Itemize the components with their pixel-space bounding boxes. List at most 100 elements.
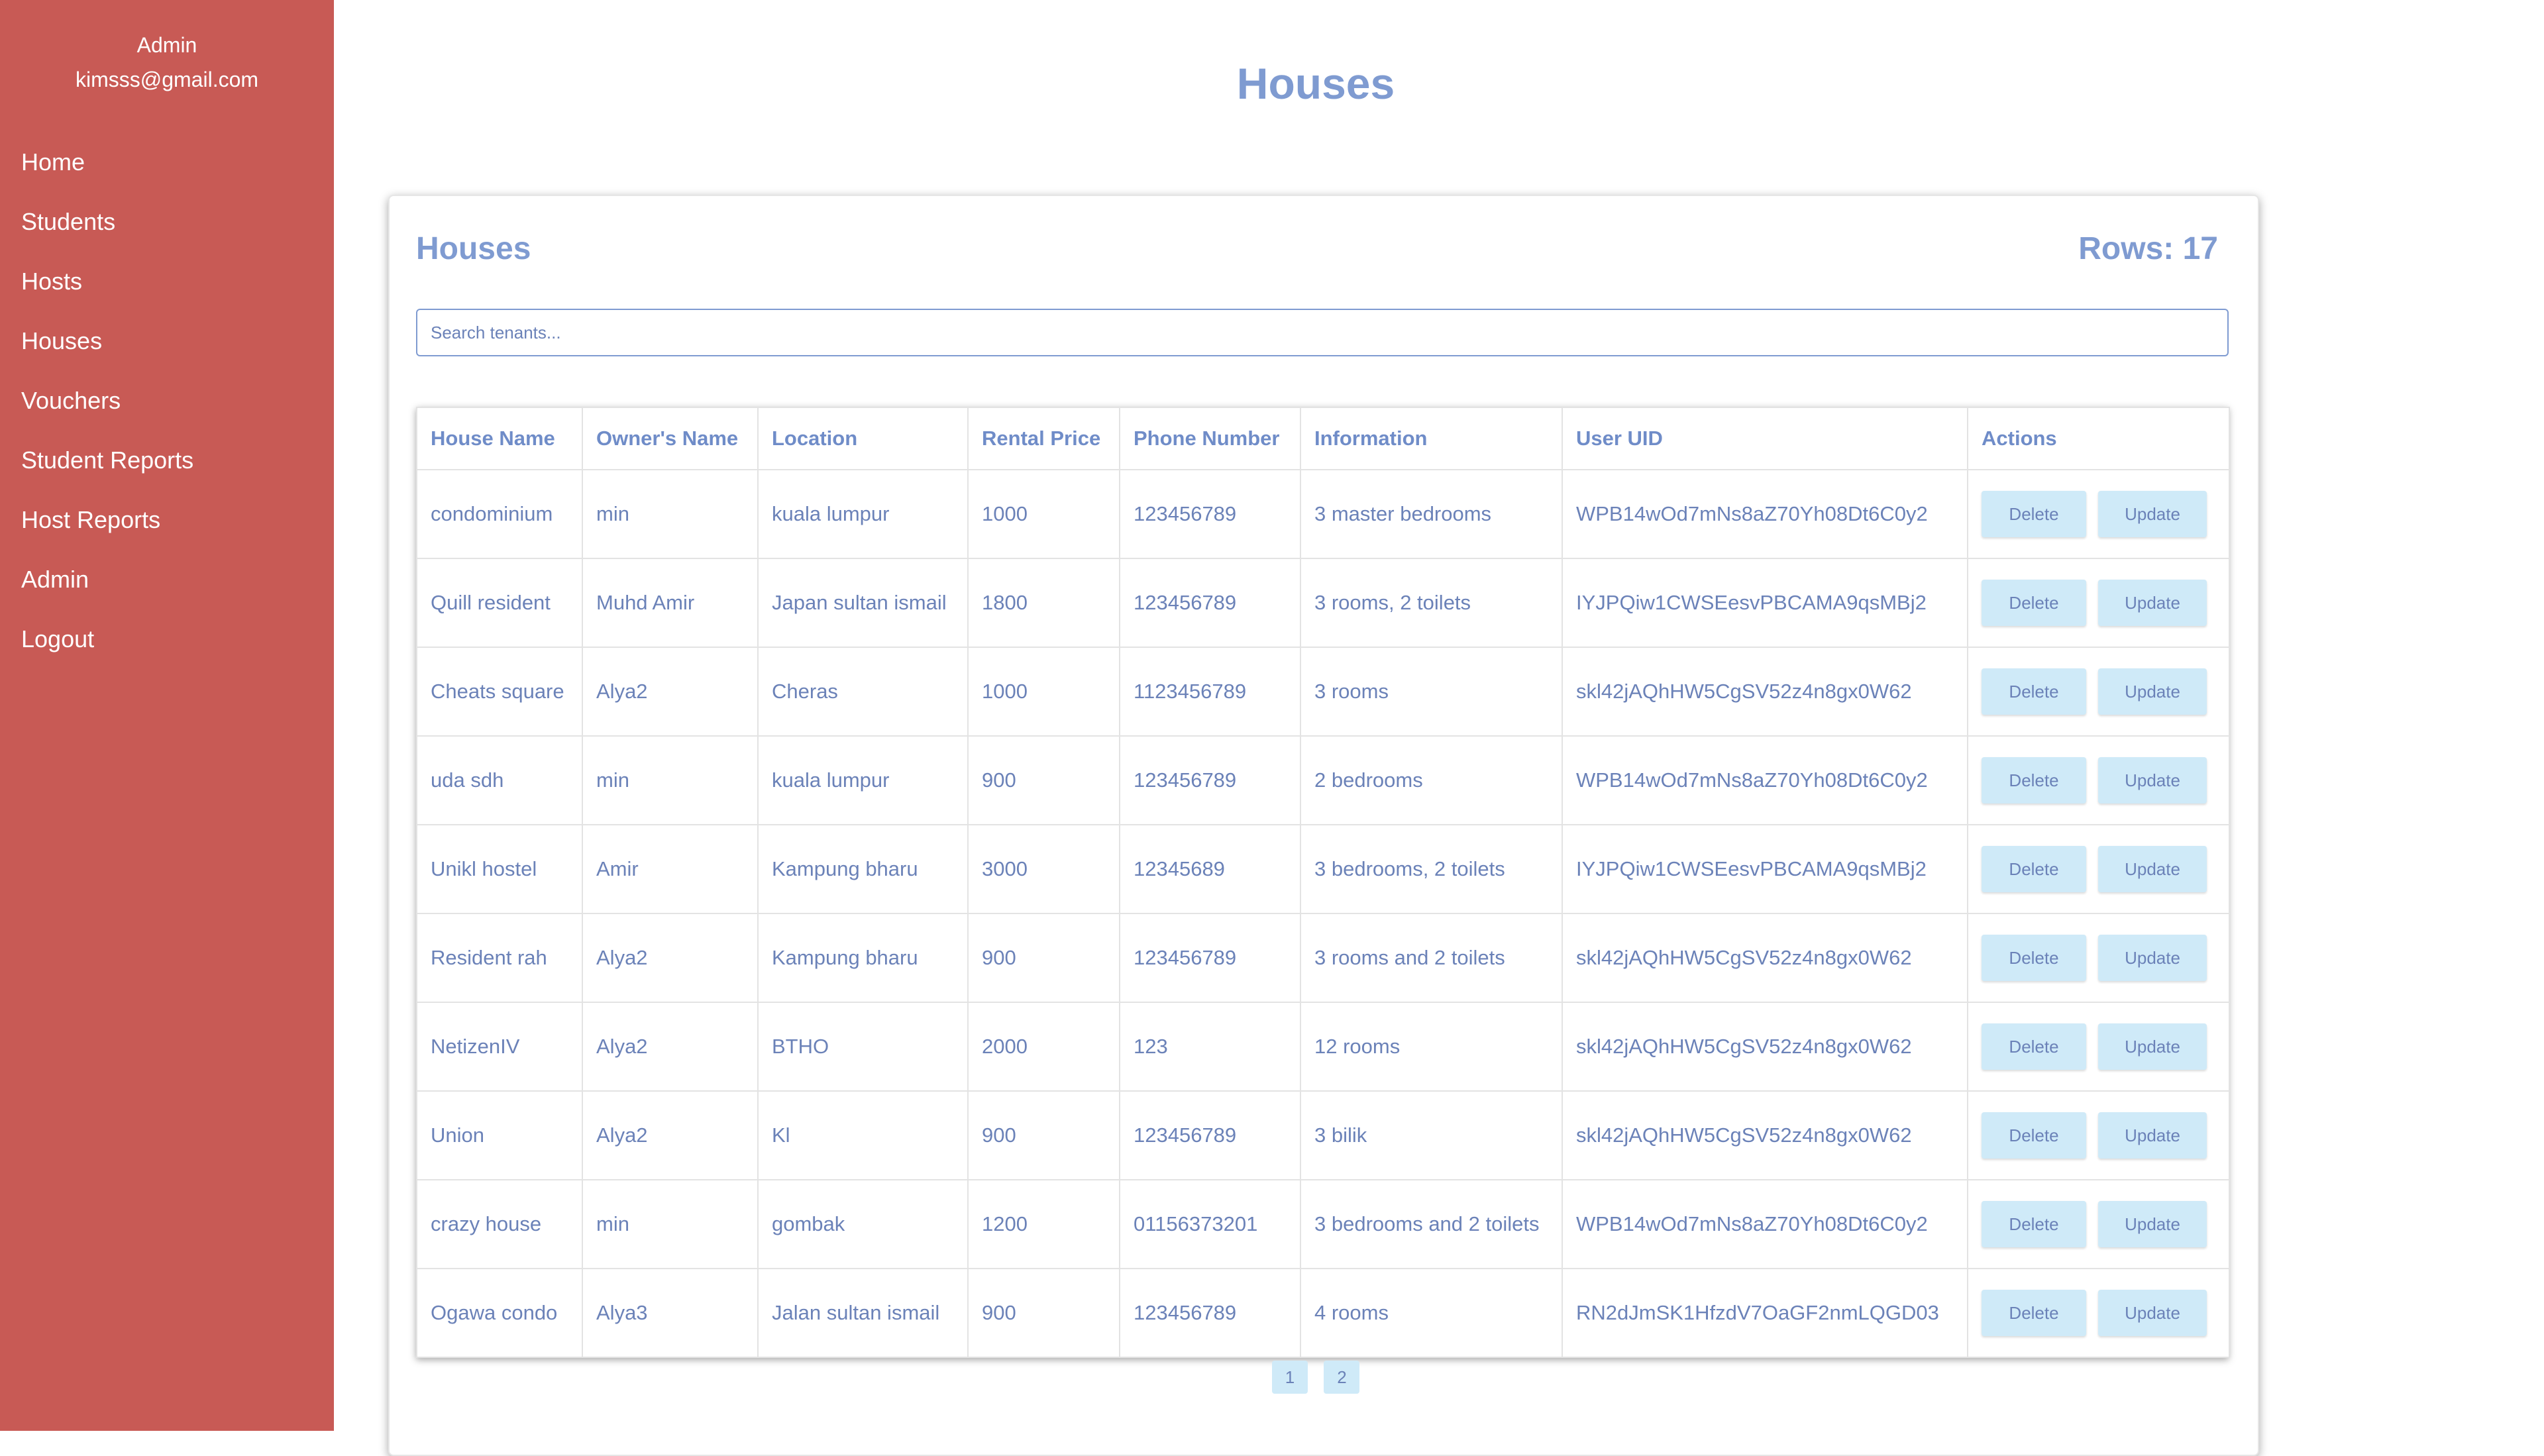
sidebar: Admin kimsss@gmail.com Home Students Hos… xyxy=(0,0,334,1431)
column-header-location[interactable]: Location xyxy=(757,407,969,470)
cell-owner-name: Muhd Amir xyxy=(582,558,759,648)
cell-phone-number: 123456789 xyxy=(1119,913,1301,1003)
sidebar-item-logout[interactable]: Logout xyxy=(0,609,334,669)
table-row: Cheats square Alya2 Cheras 1000 1123456789 3 … xyxy=(416,647,2230,737)
cell-phone-number: 1123456789 xyxy=(1119,647,1301,737)
cell-rental-price: 900 xyxy=(967,735,1120,825)
column-header-user-uid[interactable]: User UID xyxy=(1562,407,1968,470)
page-button-2[interactable]: 2 xyxy=(1324,1361,1360,1394)
delete-button[interactable]: Delete xyxy=(1982,668,2086,715)
column-header-house-name[interactable]: House Name xyxy=(416,407,583,470)
sidebar-item-student-reports[interactable]: Student Reports xyxy=(0,431,334,490)
update-button[interactable]: Update xyxy=(2098,1112,2207,1159)
cell-information: 3 bedrooms and 2 toilets xyxy=(1300,1179,1563,1269)
main-content: Houses Houses Rows: 17 House Name Owner'… xyxy=(334,0,2544,1456)
cell-location: kuala lumpur xyxy=(757,469,969,559)
page-title: Houses xyxy=(1236,59,1395,108)
cell-information: 12 rooms xyxy=(1300,1002,1563,1092)
update-button[interactable]: Update xyxy=(2098,491,2207,537)
delete-button[interactable]: Delete xyxy=(1982,757,2086,804)
cell-owner-name: Alya2 xyxy=(582,1002,759,1092)
sidebar-item-houses[interactable]: Houses xyxy=(0,311,334,371)
cell-owner-name: Alya2 xyxy=(582,913,759,1003)
cell-actions: Delete Update xyxy=(1967,913,2230,1003)
cell-rental-price: 900 xyxy=(967,913,1120,1003)
card-title: Houses xyxy=(416,231,531,266)
cell-owner-name: Amir xyxy=(582,824,759,914)
houses-card: Houses Rows: 17 House Name Owner's Name … xyxy=(388,195,2259,1456)
update-button[interactable]: Update xyxy=(2098,935,2207,981)
column-header-phone-number[interactable]: Phone Number xyxy=(1119,407,1301,470)
cell-actions: Delete Update xyxy=(1967,824,2230,914)
sidebar-item-vouchers[interactable]: Vouchers xyxy=(0,371,334,431)
update-button[interactable]: Update xyxy=(2098,1290,2207,1336)
column-header-owner-name[interactable]: Owner's Name xyxy=(582,407,759,470)
cell-rental-price: 1000 xyxy=(967,469,1120,559)
delete-button[interactable]: Delete xyxy=(1982,580,2086,626)
cell-information: 3 bedrooms, 2 toilets xyxy=(1300,824,1563,914)
cell-information: 4 rooms xyxy=(1300,1268,1563,1358)
cell-information: 3 rooms xyxy=(1300,647,1563,737)
cell-owner-name: min xyxy=(582,1179,759,1269)
user-info: Admin kimsss@gmail.com xyxy=(0,0,334,97)
delete-button[interactable]: Delete xyxy=(1982,846,2086,892)
update-button[interactable]: Update xyxy=(2098,1023,2207,1070)
cell-location: Kampung bharu xyxy=(757,824,969,914)
table-row: Ogawa condo Alya3 Jalan sultan ismail 900 12… xyxy=(416,1268,2230,1358)
cell-owner-name: min xyxy=(582,735,759,825)
cell-location: Cheras xyxy=(757,647,969,737)
sidebar-item-home[interactable]: Home xyxy=(0,132,334,192)
cell-user-uid: skl42jAQhHW5CgSV52z4n8gx0W62 xyxy=(1562,1090,1968,1180)
cell-phone-number: 12345689 xyxy=(1119,824,1301,914)
cell-actions: Delete Update xyxy=(1967,1179,2230,1269)
houses-table: House Name Owner's Name Location Rental … xyxy=(416,407,2230,1358)
cell-location: Jalan sultan ismail xyxy=(757,1268,969,1358)
delete-button[interactable]: Delete xyxy=(1982,1290,2086,1336)
delete-button[interactable]: Delete xyxy=(1982,1201,2086,1247)
delete-button[interactable]: Delete xyxy=(1982,1112,2086,1159)
search-input[interactable] xyxy=(416,309,2229,356)
sidebar-item-hosts[interactable]: Hosts xyxy=(0,252,334,311)
delete-button[interactable]: Delete xyxy=(1982,935,2086,981)
table-row: Unikl hostel Amir Kampung bharu 3000 1234568… xyxy=(416,824,2230,914)
cell-owner-name: Alya2 xyxy=(582,1090,759,1180)
cell-actions: Delete Update xyxy=(1967,1090,2230,1180)
cell-rental-price: 3000 xyxy=(967,824,1120,914)
user-email: kimsss@gmail.com xyxy=(75,68,259,91)
update-button[interactable]: Update xyxy=(2098,846,2207,892)
rows-count: Rows: 17 xyxy=(2078,231,2218,266)
delete-button[interactable]: Delete xyxy=(1982,491,2086,537)
cell-phone-number: 123456789 xyxy=(1119,558,1301,648)
column-header-rental-price[interactable]: Rental Price xyxy=(967,407,1120,470)
cell-user-uid: WPB14wOd7mNs8aZ70Yh08Dt6C0y2 xyxy=(1562,1179,1968,1269)
cell-user-uid: RN2dJmSK1HfzdV7OaGF2nmLQGD03 xyxy=(1562,1268,1968,1358)
cell-house-name: Unikl hostel xyxy=(416,824,583,914)
cell-house-name: Resident rah xyxy=(416,913,583,1003)
table-header-row: House Name Owner's Name Location Rental … xyxy=(416,407,2230,470)
update-button[interactable]: Update xyxy=(2098,580,2207,626)
cell-user-uid: skl42jAQhHW5CgSV52z4n8gx0W62 xyxy=(1562,1002,1968,1092)
cell-rental-price: 1000 xyxy=(967,647,1120,737)
cell-actions: Delete Update xyxy=(1967,735,2230,825)
delete-button[interactable]: Delete xyxy=(1982,1023,2086,1070)
update-button[interactable]: Update xyxy=(2098,1201,2207,1247)
cell-information: 2 bedrooms xyxy=(1300,735,1563,825)
cell-rental-price: 900 xyxy=(967,1268,1120,1358)
update-button[interactable]: Update xyxy=(2098,757,2207,804)
sidebar-item-admin[interactable]: Admin xyxy=(0,550,334,609)
sidebar-item-host-reports[interactable]: Host Reports xyxy=(0,490,334,550)
update-button[interactable]: Update xyxy=(2098,668,2207,715)
cell-house-name: condominium xyxy=(416,469,583,559)
column-header-information[interactable]: Information xyxy=(1300,407,1563,470)
cell-information: 3 rooms and 2 toilets xyxy=(1300,913,1563,1003)
user-role: Admin xyxy=(136,33,197,57)
cell-phone-number: 123456789 xyxy=(1119,1268,1301,1358)
cell-rental-price: 1800 xyxy=(967,558,1120,648)
page-button-1[interactable]: 1 xyxy=(1272,1361,1308,1394)
sidebar-item-students[interactable]: Students xyxy=(0,192,334,252)
cell-location: kuala lumpur xyxy=(757,735,969,825)
cell-actions: Delete Update xyxy=(1967,558,2230,648)
cell-user-uid: WPB14wOd7mNs8aZ70Yh08Dt6C0y2 xyxy=(1562,469,1968,559)
cell-house-name: Cheats square xyxy=(416,647,583,737)
sidebar-nav: Home Students Hosts Houses Vouchers Stud… xyxy=(0,132,334,669)
